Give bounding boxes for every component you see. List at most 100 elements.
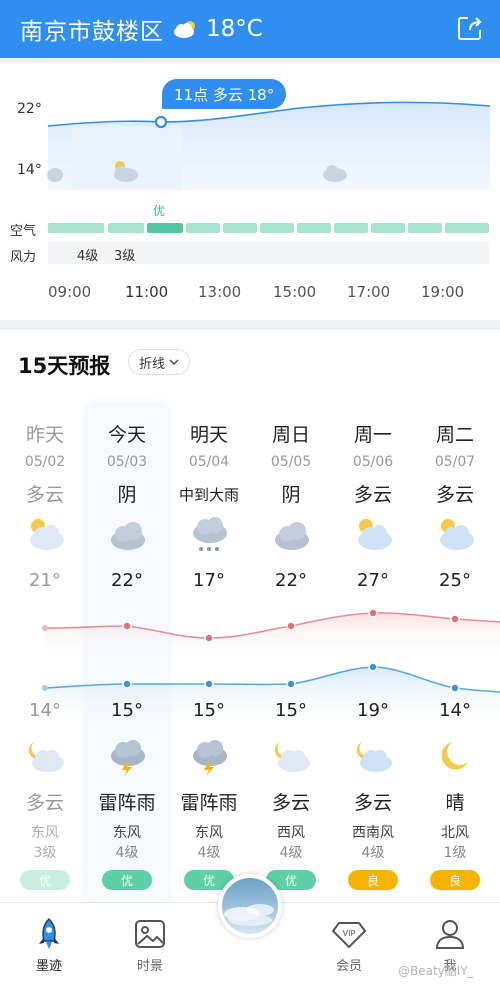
low-temp: 15° [193, 700, 225, 721]
day-date: 05/02 [24, 454, 66, 470]
air-bar [260, 223, 294, 233]
day-condition: 阴 [117, 484, 137, 506]
night-condition: 多云 [271, 792, 310, 814]
daily-forecast-card: 15天预报 折线 昨天 05/02 多云 21° 14° 多云 东风 3级 优 … [0, 330, 500, 904]
air-row-label: 空气 [10, 224, 37, 239]
cloud-moon-icon [356, 742, 392, 772]
hourly-forecast-card: 22° 14° 11点 多云 18° 优 空气 风力 4级 3级 09:00 1… [0, 62, 500, 320]
low-temp-point [450, 683, 460, 693]
wind-direction: 东风 [113, 825, 141, 841]
wind-value: 4级 [77, 249, 99, 264]
share-icon[interactable] [456, 14, 484, 42]
low-temp: 14° [29, 700, 61, 721]
air-bar [334, 223, 368, 233]
hour-time: 09:00 [48, 283, 92, 301]
high-temp-point [204, 633, 214, 643]
day-date: 05/06 [352, 454, 394, 470]
low-temp-point [122, 679, 132, 689]
high-temp: 27° [357, 570, 389, 591]
high-temp-point [42, 625, 48, 631]
image-icon [135, 920, 165, 948]
wind-level: 4级 [361, 845, 385, 861]
high-temp-point [286, 621, 296, 631]
wind-level: 3级 [33, 845, 57, 861]
air-quality-badge: 良 [430, 870, 480, 890]
air-quality-badge: 良 [348, 870, 398, 890]
current-hour-point [154, 115, 168, 129]
night-condition: 多云 [25, 792, 64, 814]
day-condition: 中到大雨 [178, 486, 239, 504]
air-bar [223, 223, 257, 233]
watermark: @Beaty酷IY_ [398, 964, 474, 978]
air-bar [445, 223, 489, 233]
y-label-low: 14° [17, 162, 42, 178]
day-name: 昨天 [25, 424, 64, 446]
wind-row-label: 风力 [10, 250, 37, 265]
svg-text:VIP: VIP [343, 929, 356, 938]
air-bar [48, 223, 104, 233]
sky-photo [222, 878, 278, 934]
app-header: 南京市鼓楼区 18°C [0, 0, 500, 58]
low-temp-point [42, 685, 48, 691]
high-temp-area [45, 612, 500, 652]
nav-label: 会员 [335, 959, 362, 974]
nav-item-moji[interactable]: 墨迹 [14, 917, 84, 974]
vip-icon: VIP [331, 922, 367, 949]
night-condition: 雷阵雨 [180, 792, 238, 814]
cloud-sun-icon [440, 519, 474, 550]
current-temperature: 18°C [206, 16, 263, 42]
day-condition: 多云 [435, 484, 474, 506]
day-date: 05/05 [270, 454, 312, 470]
day-name: 周一 [353, 424, 392, 446]
day-condition: 阴 [281, 484, 301, 506]
nav-label: 时景 [136, 959, 163, 974]
wind-direction: 东风 [31, 825, 59, 841]
high-temp-point [122, 621, 132, 631]
air-bar [408, 223, 442, 233]
wind-direction: 北风 [441, 825, 469, 841]
moon-icon [441, 742, 468, 770]
cloud-sun-icon [358, 519, 392, 550]
night-condition: 多云 [353, 792, 392, 814]
low-temp: 15° [111, 700, 143, 721]
high-temp-point [368, 608, 378, 618]
thunderstorm-icon [193, 740, 227, 776]
day-name: 周日 [271, 424, 310, 446]
cloud-moon-icon [28, 742, 64, 772]
low-temp: 19° [357, 700, 389, 721]
air-bar [186, 223, 220, 233]
air-quality-good-label: 优 [153, 204, 166, 218]
low-temp: 14° [439, 700, 471, 721]
hour-tooltip: 11点 多云 18° [162, 79, 287, 109]
air-quality-badge: 优 [20, 870, 70, 890]
temperature-trend-chart [42, 608, 500, 718]
thunderstorm-icon [111, 740, 145, 776]
air-bar-current [147, 223, 183, 233]
nav-item-vip[interactable]: VIP 会员 [314, 917, 384, 974]
sky-photo-button[interactable] [218, 874, 282, 938]
rocket-icon [39, 917, 59, 949]
day-date: 05/04 [188, 454, 230, 470]
hour-time: 15:00 [273, 283, 317, 301]
cloud-sun-icon [30, 519, 64, 550]
low-temp-point [286, 679, 296, 689]
overcast-icon [111, 522, 145, 550]
y-label-high: 22° [17, 101, 42, 117]
day-condition: 多云 [353, 484, 392, 506]
nav-item-scenery[interactable]: 时景 [115, 917, 185, 974]
wind-level: 4级 [279, 845, 303, 861]
hour-time: 17:00 [347, 283, 391, 301]
air-quality-badge: 优 [102, 870, 152, 890]
wind-level: 4级 [197, 845, 221, 861]
high-temp: 17° [193, 570, 225, 591]
low-temp-point [204, 679, 214, 689]
hour-time: 11:00 [125, 283, 169, 301]
day-name: 周二 [435, 424, 474, 446]
location-title[interactable]: 南京市鼓楼区 [20, 12, 164, 46]
high-temp: 25° [439, 570, 471, 591]
high-temp: 22° [275, 570, 307, 591]
wind-direction: 西风 [277, 825, 305, 841]
low-temp-point [368, 662, 378, 672]
hour-time: 13:00 [198, 283, 242, 301]
high-temp-point [450, 614, 460, 624]
